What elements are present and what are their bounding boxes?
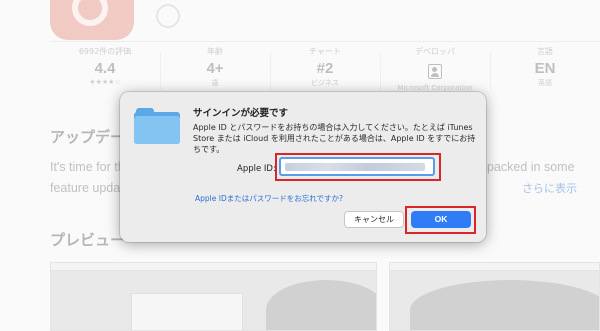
dialog-title: サインインが必要です [193, 108, 289, 119]
cancel-button[interactable]: キャンセル [344, 211, 404, 228]
folder-icon [134, 106, 180, 144]
highlight-box-ok [405, 206, 476, 234]
apple-id-label: Apple ID: [237, 164, 276, 174]
highlight-box-input [275, 153, 441, 181]
dialog-message: Apple ID とパスワードをお持ちの場合は入力してください。たとえば iTu… [193, 123, 476, 154]
forgot-password-link[interactable]: Apple IDまたはパスワードをお忘れですか? [195, 193, 343, 204]
signin-dialog: サインインが必要です Apple ID とパスワードをお持ちの場合は入力してくだ… [120, 92, 486, 242]
